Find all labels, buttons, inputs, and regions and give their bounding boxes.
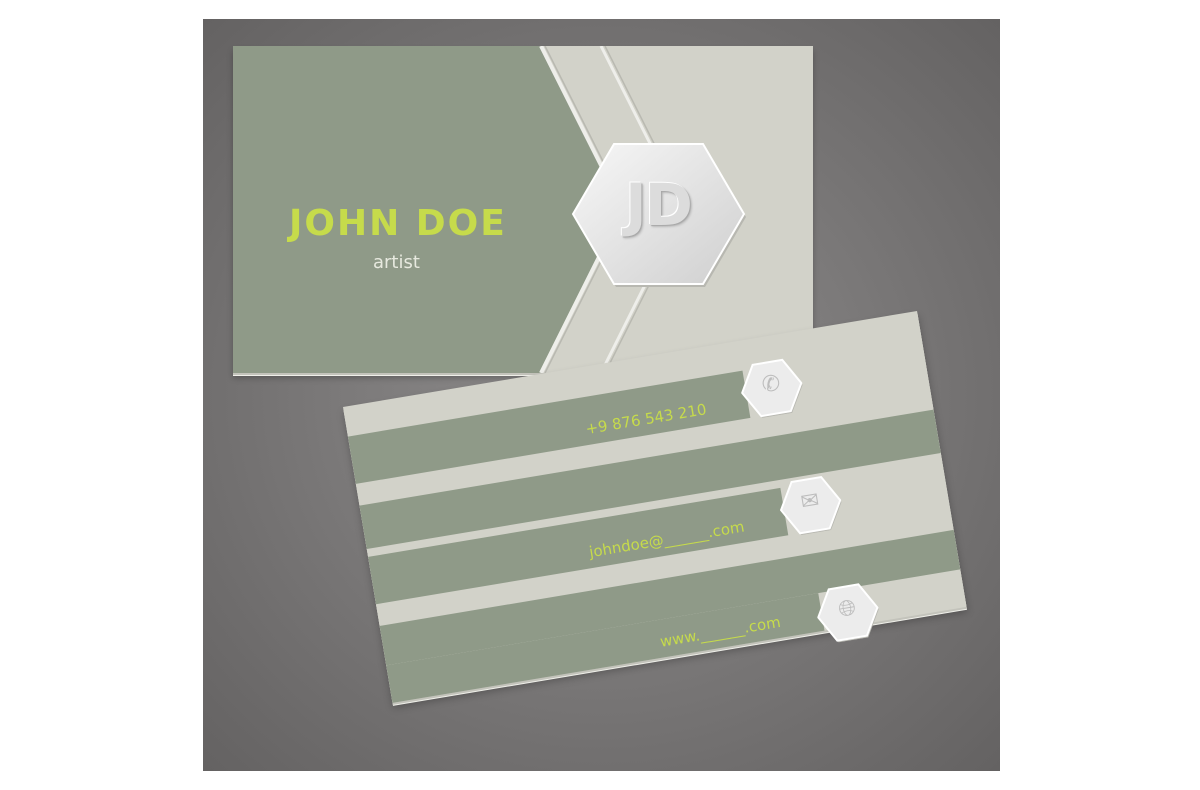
web-badge: 🌐︎ [813, 580, 883, 645]
website-url: www.______.com [658, 612, 782, 651]
front-card: JOHN DOE artist JD [233, 46, 813, 373]
background: JOHN DOE artist JD +9 876 543 210 johndo… [203, 19, 1000, 771]
person-title: artist [373, 252, 420, 273]
person-name: JOHN DOE [289, 203, 507, 244]
phone-number: +9 876 543 210 [584, 400, 708, 439]
email-badge: ✉ [775, 472, 845, 537]
monogram-emblem: JD [573, 138, 743, 286]
monogram-letters: JD [625, 171, 693, 239]
email-address: johndoe@______.com [587, 517, 746, 562]
phone-badge: ✆ [737, 355, 807, 420]
